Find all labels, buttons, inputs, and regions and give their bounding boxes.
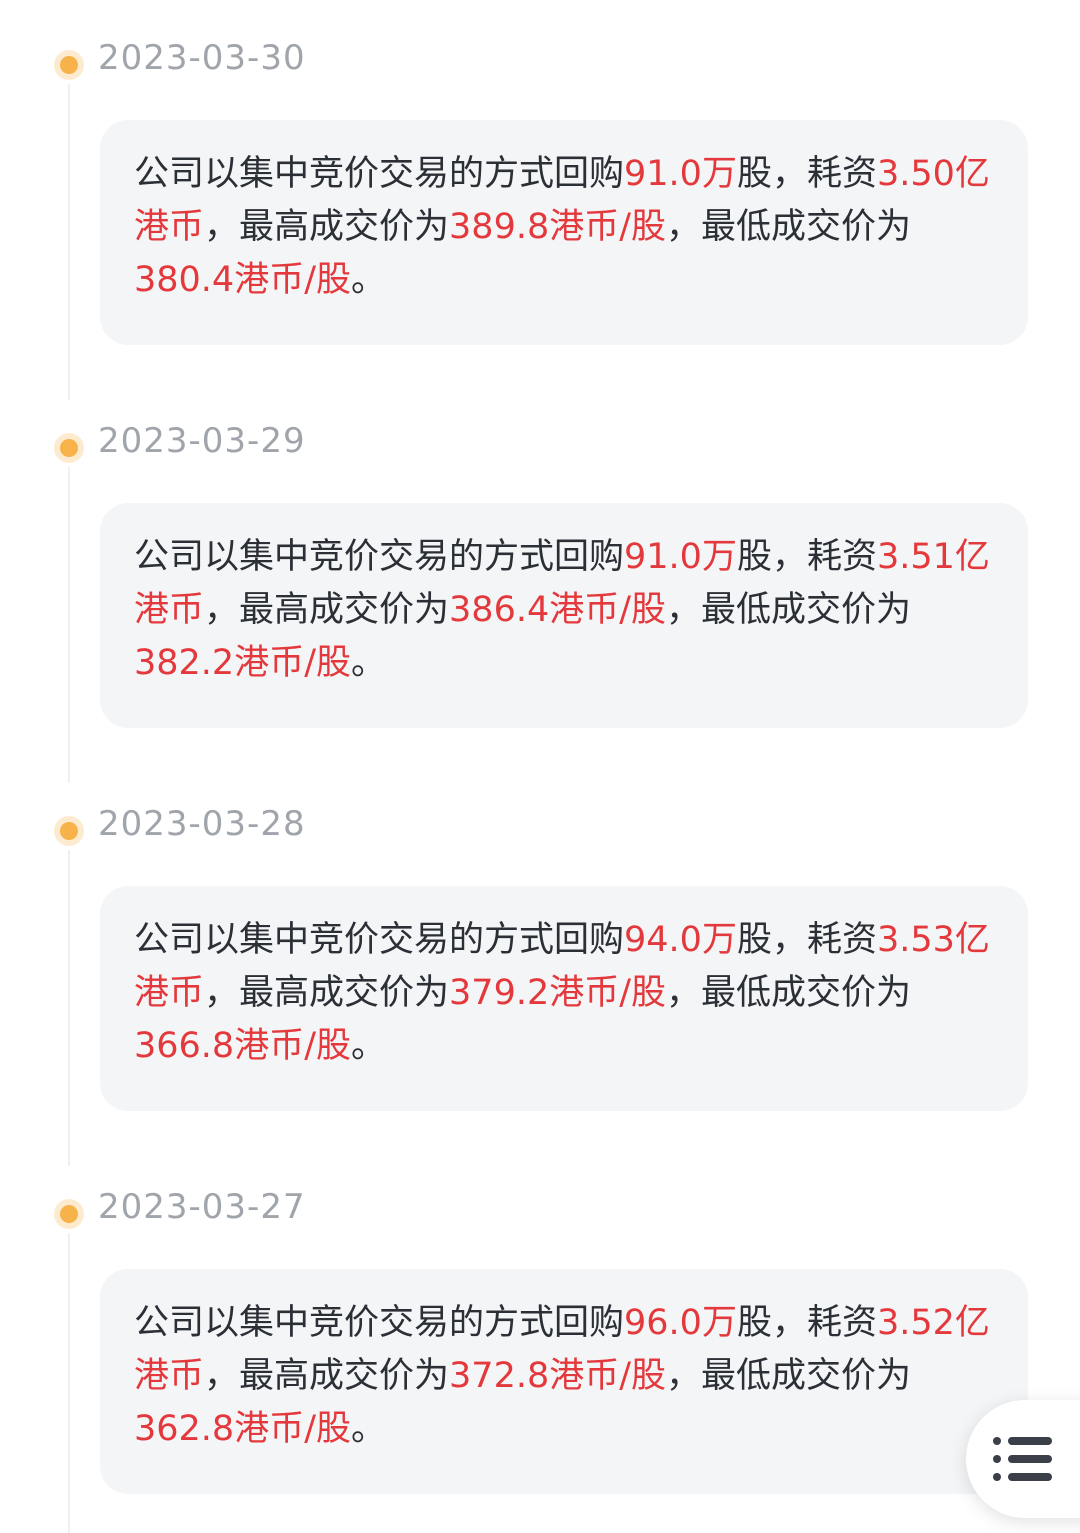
- entry-description: 公司以集中竞价交易的方式回购91.0万股，耗资3.51亿港币，最高成交价为386…: [134, 537, 990, 683]
- low-price-value: 366.8港币/股: [134, 1026, 351, 1066]
- entry-description: 公司以集中竞价交易的方式回购91.0万股，耗资3.50亿港币，最高成交价为389…: [134, 154, 990, 300]
- high-price-value: 386.4港币/股: [449, 590, 667, 630]
- high-price-value: 379.2港币/股: [449, 973, 667, 1013]
- timeline-line: [68, 84, 70, 400]
- high-price-value: 372.8港币/股: [449, 1356, 667, 1396]
- timeline-dot-icon: [54, 433, 84, 463]
- timeline-line: [68, 1233, 70, 1533]
- low-price-value: 382.2港币/股: [134, 643, 351, 683]
- entry-date: 2023-03-27: [98, 1187, 306, 1227]
- entry-description: 公司以集中竞价交易的方式回购94.0万股，耗资3.53亿港币，最高成交价为379…: [134, 920, 990, 1066]
- high-price-value: 389.8港币/股: [449, 207, 667, 247]
- entry-date: 2023-03-28: [98, 804, 306, 844]
- entry-date: 2023-03-30: [98, 38, 306, 78]
- list-menu-button[interactable]: [966, 1400, 1080, 1518]
- timeline-line: [68, 467, 70, 783]
- timeline-line: [68, 850, 70, 1166]
- shares-value: 94.0万: [624, 920, 737, 960]
- entry-date: 2023-03-29: [98, 421, 306, 461]
- shares-value: 91.0万: [624, 537, 737, 577]
- timeline-dot-icon: [54, 816, 84, 846]
- entry-card[interactable]: 公司以集中竞价交易的方式回购94.0万股，耗资3.53亿港币，最高成交价为379…: [100, 886, 1028, 1111]
- entry-card[interactable]: 公司以集中竞价交易的方式回购91.0万股，耗资3.51亿港币，最高成交价为386…: [100, 503, 1028, 728]
- low-price-value: 362.8港币/股: [134, 1409, 351, 1449]
- entry-description: 公司以集中竞价交易的方式回购96.0万股，耗资3.52亿港币，最高成交价为372…: [134, 1303, 990, 1449]
- low-price-value: 380.4港币/股: [134, 260, 351, 300]
- entry-card[interactable]: 公司以集中竞价交易的方式回购96.0万股，耗资3.52亿港币，最高成交价为372…: [100, 1269, 1028, 1494]
- timeline-dot-icon: [54, 1199, 84, 1229]
- timeline-dot-icon: [54, 50, 84, 80]
- shares-value: 91.0万: [624, 154, 737, 194]
- shares-value: 96.0万: [624, 1303, 737, 1343]
- list-menu-icon: [992, 1434, 1056, 1484]
- entry-card[interactable]: 公司以集中竞价交易的方式回购91.0万股，耗资3.50亿港币，最高成交价为389…: [100, 120, 1028, 345]
